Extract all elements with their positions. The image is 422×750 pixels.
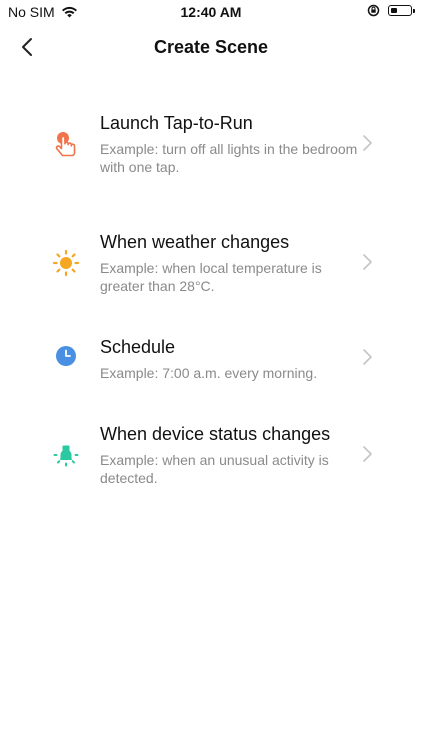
option-tap-to-run[interactable]: Launch Tap-to-Run Example: turn off all … [0,110,422,180]
option-device-status-changes[interactable]: When device status changes Example: when… [0,421,422,491]
status-indicators [367,4,415,17]
battery-icon [388,5,415,16]
tap-hand-icon [52,130,80,158]
chevron-right-icon [363,254,372,270]
option-text: Launch Tap-to-Run Example: turn off all … [100,112,360,176]
option-title: When weather changes [100,232,290,252]
option-title: Schedule [100,337,176,357]
status-time: 12:40 AM [180,4,242,20]
option-description: Example: when local temperature is great… [100,260,322,294]
option-description: Example: turn off all lights in the bedr… [100,141,358,175]
option-schedule[interactable]: Schedule Example: 7:00 a.m. every mornin… [0,334,422,384]
option-text: Schedule Example: 7:00 a.m. every mornin… [100,336,360,382]
status-bar: No SIM 12:40 AM [0,0,422,24]
option-weather-changes[interactable]: When weather changes Example: when local… [0,229,422,299]
option-description: Example: when an unusual activity is det… [100,452,329,486]
chevron-right-icon [363,446,372,462]
option-text: When weather changes Example: when local… [100,231,360,295]
sun-icon [52,249,80,277]
option-text: When device status changes Example: when… [100,423,360,487]
chevron-right-icon [363,135,372,151]
option-title: Launch Tap-to-Run [100,113,253,133]
chevron-right-icon [363,349,372,365]
option-description: Example: 7:00 a.m. every morning. [100,365,318,381]
option-title: When device status changes [100,424,331,444]
device-icon [52,441,80,469]
nav-header: Create Scene [0,30,422,64]
rotation-lock-icon [367,4,380,17]
page-title: Create Scene [153,37,269,57]
clock-icon [52,342,80,370]
